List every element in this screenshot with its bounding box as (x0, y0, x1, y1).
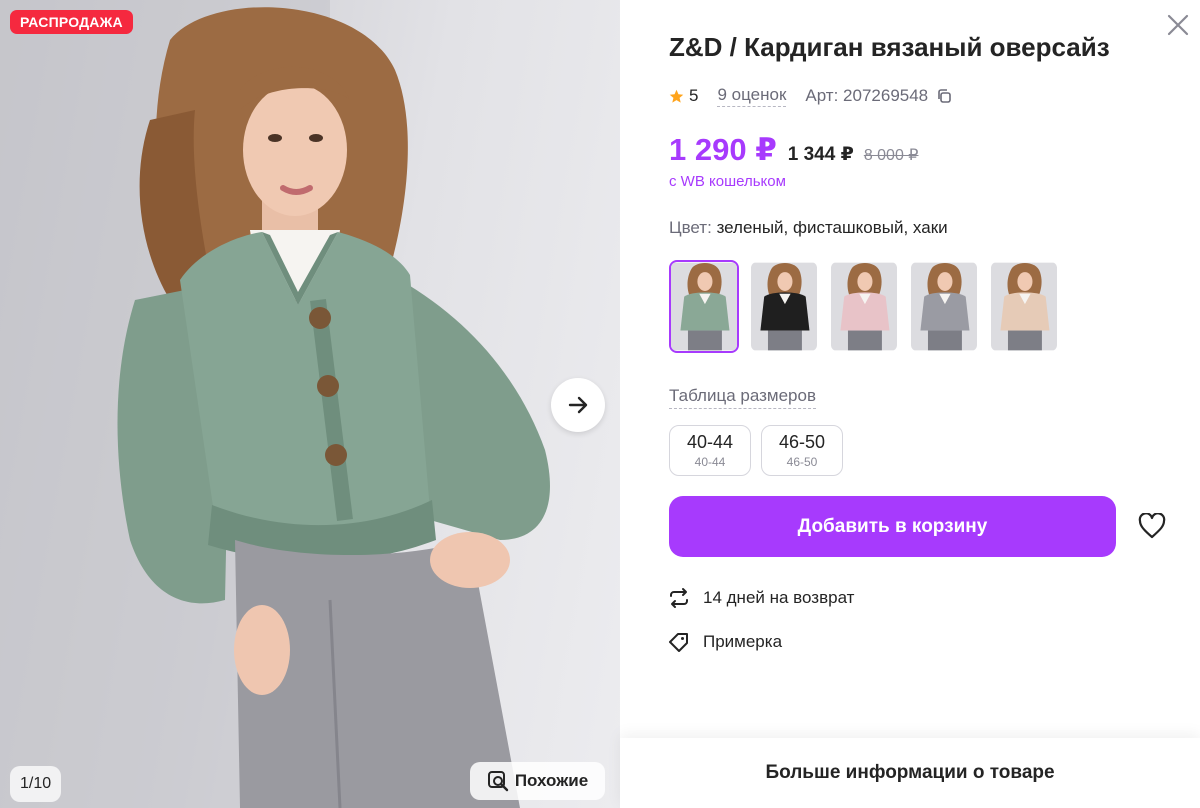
rating-value: 5 (689, 86, 699, 105)
feature-return: 14 дней на возврат (667, 586, 854, 610)
product-title: Z&D / Кардиган вязаный оверсайз (669, 32, 1110, 62)
article-number: Арт: 207269548 (805, 86, 929, 105)
more-info-button[interactable]: Больше информации о товаре (620, 738, 1200, 808)
color-swatch-green[interactable] (669, 260, 739, 353)
next-photo-button[interactable] (551, 378, 605, 432)
feature-fitting: Примерка (667, 630, 782, 654)
size-sub: 40-44 (694, 454, 726, 469)
heart-icon[interactable] (1138, 513, 1166, 539)
arrow-right-icon (568, 396, 588, 414)
old-price: 8 000 ₽ (863, 147, 919, 164)
star-icon (669, 89, 684, 103)
color-swatch-pink[interactable] (829, 260, 899, 353)
size-options: 40-44 40-44 46-50 46-50 (669, 425, 843, 476)
sale-badge: РАСПРОДАЖА (10, 10, 133, 34)
size-option[interactable]: 40-44 40-44 (669, 425, 751, 476)
price-row: 1 290 ₽ 1 344 ₽ 8 000 ₽ (669, 132, 918, 168)
swatch-thumbnail (751, 262, 817, 351)
size-option[interactable]: 46-50 46-50 (761, 425, 843, 476)
color-swatch-grey[interactable] (909, 260, 979, 353)
current-price: 1 344 ₽ (787, 144, 854, 165)
wallet-note[interactable]: с WB кошельком (669, 173, 786, 190)
swatch-thumbnail (671, 262, 737, 351)
similar-label: Похожие (514, 771, 589, 790)
return-arrows-icon (670, 588, 688, 608)
photo-counter: 1/10 (10, 766, 62, 802)
add-to-cart-button[interactable]: Добавить в корзину (669, 496, 1116, 557)
size-main: 46-50 (778, 431, 826, 452)
rating-row: 5 9 оценок Арт: 207269548 (669, 85, 952, 107)
color-row: Цвет: зеленый, фисташковый, хаки (669, 218, 948, 238)
color-swatch-beige[interactable] (989, 260, 1059, 353)
reviews-link[interactable]: 9 оценок (717, 85, 787, 107)
swatch-thumbnail (831, 262, 897, 351)
size-table-link[interactable]: Таблица размеров (669, 386, 816, 409)
color-swatches (669, 260, 1059, 353)
swatch-thumbnail (911, 262, 977, 351)
image-search-icon (487, 771, 509, 792)
product-photo[interactable]: РАСПРОДАЖА 1/10 Похожие (0, 0, 620, 808)
copy-icon[interactable] (936, 88, 952, 104)
feature-return-label: 14 дней на возврат (703, 588, 855, 607)
product-image-illustration (0, 0, 550, 808)
feature-fitting-label: Примерка (703, 632, 783, 651)
swatch-thumbnail (991, 262, 1057, 351)
color-swatch-black[interactable] (749, 260, 819, 353)
color-value: зеленый, фисташковый, хаки (716, 218, 948, 237)
close-icon[interactable] (1166, 13, 1190, 37)
similar-button[interactable]: Похожие (470, 762, 605, 800)
wallet-price: 1 290 ₽ (669, 132, 777, 167)
size-sub: 46-50 (786, 454, 818, 469)
color-label: Цвет: (669, 218, 712, 237)
tag-icon (669, 633, 688, 652)
size-main: 40-44 (686, 431, 734, 452)
